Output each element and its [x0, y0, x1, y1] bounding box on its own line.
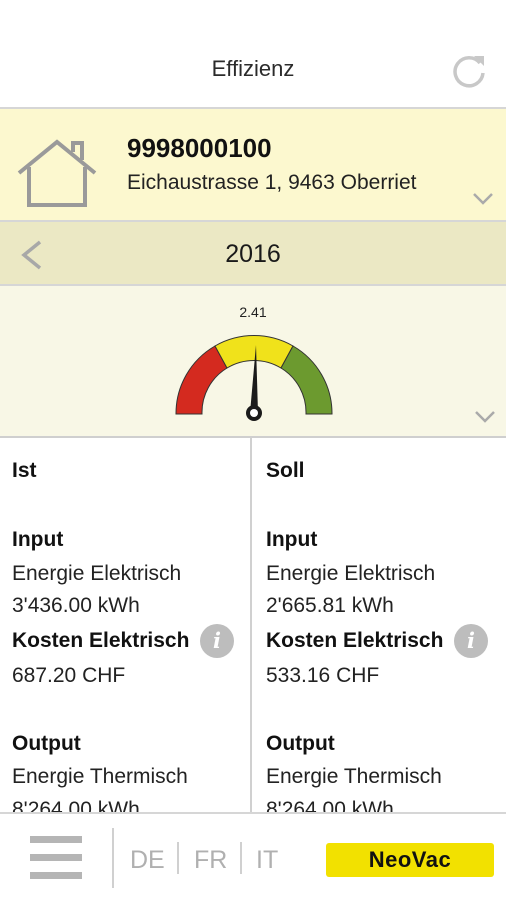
soll-energy-th-label: Energie Thermisch	[266, 765, 442, 788]
house-icon	[17, 139, 97, 207]
ist-energy-el-label: Energie Elektrisch	[12, 562, 182, 585]
account-number: 9998000100	[127, 133, 272, 163]
ist-heading: Ist	[12, 459, 37, 482]
language-de[interactable]: DE	[130, 846, 165, 875]
language-it[interactable]: IT	[256, 846, 278, 875]
year-navigator: 2016	[0, 222, 506, 286]
ist-energy-th-value: 8'264.00 kWh	[12, 798, 140, 812]
hamburger-menu-icon[interactable]	[30, 836, 82, 880]
footer-divider	[112, 828, 114, 888]
year-label: 2016	[225, 240, 281, 268]
soll-input-label: Input	[266, 528, 318, 551]
refresh-icon[interactable]	[450, 51, 488, 89]
ist-cost-el-label: Kosten Elektrisch	[12, 629, 190, 652]
gauge-red-segment	[175, 345, 228, 415]
soll-energy-th-value: 8'264.00 kWh	[266, 798, 394, 812]
soll-energy-el-label: Energie Elektrisch	[266, 562, 436, 585]
info-icon[interactable]: i	[200, 624, 234, 658]
ist-cost-el-value: 687.20 CHF	[12, 664, 126, 687]
efficiency-gauge	[175, 335, 333, 421]
page-title: Effizienz	[211, 56, 295, 81]
language-fr[interactable]: FR	[194, 846, 227, 875]
soll-output-label: Output	[266, 732, 335, 755]
chevron-down-icon[interactable]	[474, 410, 496, 424]
soll-cost-el-label: Kosten Elektrisch	[266, 629, 444, 652]
soll-column: Soll Input Energie Elektrisch 2'665.81 k…	[254, 438, 506, 812]
ist-energy-el-value: 3'436.00 kWh	[12, 594, 140, 617]
chevron-down-icon[interactable]	[472, 192, 494, 206]
soll-cost-el-value: 533.16 CHF	[266, 664, 380, 687]
language-divider	[177, 842, 179, 874]
gauge-green-segment	[280, 345, 333, 415]
ist-input-label: Input	[12, 528, 64, 551]
efficiency-gauge-panel: 2.41	[0, 286, 506, 438]
ist-energy-th-label: Energie Thermisch	[12, 765, 188, 788]
ist-column: Ist Input Energie Elektrisch 3'436.00 kW…	[0, 438, 252, 812]
neovac-logo: NeoVac	[326, 843, 494, 877]
soll-heading: Soll	[266, 459, 305, 482]
info-icon[interactable]: i	[454, 624, 488, 658]
language-divider	[240, 842, 242, 874]
app-header: Effizienz	[0, 0, 506, 109]
comparison-columns: Ist Input Energie Elektrisch 3'436.00 kW…	[0, 438, 506, 812]
gauge-yellow-segment	[214, 335, 294, 369]
soll-energy-el-value: 2'665.81 kWh	[266, 594, 394, 617]
gauge-value: 2.41	[239, 304, 267, 320]
ist-output-label: Output	[12, 732, 81, 755]
account-selector[interactable]: 9998000100 Eichaustrasse 1, 9463 Oberrie…	[0, 109, 506, 222]
account-address: Eichaustrasse 1, 9463 Oberriet	[127, 171, 417, 194]
footer-bar: DE FR IT NeoVac	[0, 812, 506, 900]
